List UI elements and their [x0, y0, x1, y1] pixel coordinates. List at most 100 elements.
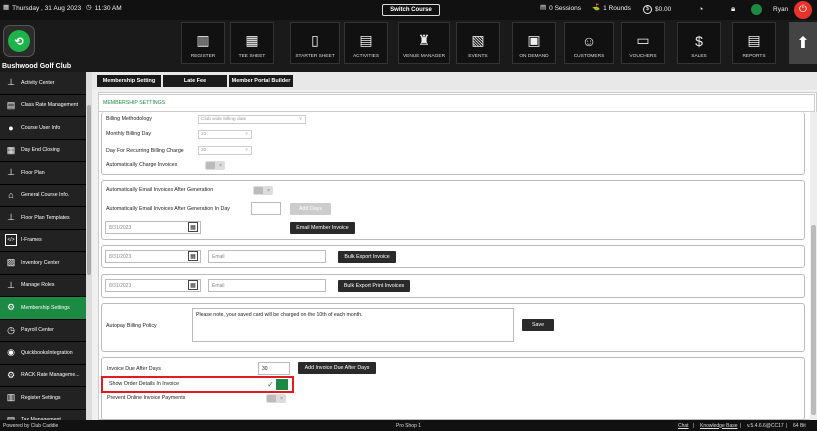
sidebar-item-floor-plan-templates[interactable]: ⊥ Floor Plan Templates [0, 207, 86, 230]
balance-indicator[interactable]: $ $0.00 [643, 5, 671, 14]
sidebar-item-membership-settings[interactable]: ⚙ Membership Settings [0, 297, 86, 320]
sidebar-item-inventory-center[interactable]: ▨ Inventory Center [0, 252, 86, 275]
tab-late-fee[interactable]: Late Fee [163, 75, 227, 87]
autopay-policy-textarea[interactable]: Please note, your saved card will be cha… [192, 308, 514, 342]
bulk-export-invoice-button[interactable]: Bulk Export Invoice [338, 251, 396, 263]
recurring-billing-label: Day For Recurring Billing Charge [106, 148, 184, 154]
invoice-due-input[interactable]: 30 [258, 362, 290, 375]
sidebar-item-i-frames[interactable]: </> I-Frames [0, 229, 86, 252]
recurring-billing-select[interactable]: 20 ˅ [198, 146, 252, 155]
sidebar-item-day-end-closing[interactable]: ▦ Day End Closing [0, 139, 86, 162]
nav-vouchers[interactable]: ▭ VOUCHERS [621, 22, 665, 64]
sidebar-item-label: QuickbooksIntegration [21, 349, 73, 356]
avatar[interactable] [751, 4, 762, 15]
nav-label: ON DEMAND [519, 54, 549, 59]
invoice-date-input-1[interactable]: 8/31/2023 [105, 221, 201, 234]
sidebar-item-label: Inventory Center [21, 259, 60, 266]
customers-icon: ☺ [581, 33, 597, 49]
nav-label: VOUCHERS [629, 54, 657, 59]
nav-starter-sheet[interactable]: ▯ STARTER SHEET [290, 22, 340, 64]
sidebar-item-class-rate-management[interactable]: ▤ Class Rate Management [0, 94, 86, 117]
time-display: ◷ 11:30 AM [86, 5, 122, 12]
content-scrollbar-thumb[interactable] [811, 225, 816, 415]
knowledge-base-link[interactable]: Knowledge Base [700, 423, 738, 429]
bulk-export-print-email-input[interactable]: Email [208, 279, 326, 292]
version-text: v.5.4.6.6@CC17 [747, 422, 784, 429]
date-display: ▦ Thursday , 31 Aug 2023 [3, 5, 81, 12]
venue-icon: ♜ [417, 32, 431, 48]
arrow-up-icon: ⬆ [796, 35, 810, 52]
nav-label: SALES [691, 54, 707, 59]
invoice-date-input-3[interactable]: 8/31/2023 [105, 279, 201, 292]
club-name: Bushwood Golf Club [2, 63, 72, 70]
billing-methodology-value: Club wide billing date [201, 117, 247, 122]
rounds-indicator[interactable]: ⛳ 1 Rounds [592, 5, 631, 12]
lock-icon[interactable]: 🔒︎ [731, 5, 735, 13]
nav-activities[interactable]: ▤ ACTIVITIES [344, 22, 388, 64]
balance-text: $0.00 [655, 6, 672, 13]
bits-text: 64 Bit [793, 422, 806, 429]
sidebar-item-rack-rate-manageme[interactable]: ⚙ RACK Rate Manageme... [0, 364, 86, 387]
calendar-icon[interactable]: ▦ [188, 280, 198, 290]
auto-email-day-input[interactable] [251, 202, 281, 215]
sidebar-item-payroll-center[interactable]: ◷ Payroll Center [0, 319, 86, 342]
sidebar-item-quickbooksintegration[interactable]: ◉ QuickbooksIntegration [0, 342, 86, 365]
calendar-icon[interactable]: ▦ [188, 251, 198, 261]
top-bar: ▦ Thursday , 31 Aug 2023 ◷ 11:30 AM Swit… [0, 0, 817, 20]
chevron-down-icon: ˅ [245, 148, 248, 153]
calendar-icon[interactable]: ▦ [188, 222, 198, 232]
bulk-export-email-input[interactable]: Email [208, 250, 326, 263]
sidebar-item-manage-roles[interactable]: ⊥ Manage Roles [0, 274, 86, 297]
save-button[interactable]: Save [522, 319, 554, 331]
home-icon: ⌂ [8, 190, 14, 201]
monthly-billing-day-select[interactable]: 21 ˅ [198, 130, 252, 139]
tablet-icon: ▯ [311, 32, 319, 48]
tab-member-portal-builder[interactable]: Member Portal Builder [229, 75, 293, 87]
rack-icon: ⚙ [6, 369, 16, 380]
highlight-box [101, 376, 294, 393]
timer-icon[interactable]: ◔ [698, 5, 703, 14]
billing-methodology-select[interactable]: Club wide billing date ˅ [198, 115, 306, 124]
prevent-online-toggle[interactable]: × [266, 394, 286, 403]
nav-label: EVENTS [468, 54, 488, 59]
switch-course-button[interactable]: Switch Course [382, 4, 440, 16]
sidebar-scrollbar-thumb[interactable] [87, 105, 91, 275]
sessions-indicator[interactable]: ▤ 0 Sessions [540, 5, 581, 12]
auto-email-toggle[interactable]: × [253, 186, 273, 195]
add-days-button[interactable]: Add Days [290, 203, 331, 215]
sidebar-item-tax-management[interactable]: ▤Tax Management [0, 409, 86, 420]
sidebar-item-label: Day End Closing [21, 147, 60, 154]
add-invoice-due-button[interactable]: Add Invoice Due After Days [298, 362, 376, 374]
auto-charge-toggle[interactable]: × [205, 161, 225, 170]
email-member-invoice-button[interactable]: Email Member Invoice [290, 222, 355, 234]
sales-icon: $ [695, 33, 703, 49]
power-icon[interactable]: ⏻ [794, 1, 812, 19]
sidebar-item-register-settings[interactable]: ▥ Register Settings [0, 387, 86, 410]
billing-methodology-label: Billing Methodology [106, 116, 152, 122]
nav-register[interactable]: ▥ REGISTER [181, 22, 225, 64]
calendar-icon: ▦ [3, 4, 10, 12]
invoice-date-input-2[interactable]: 8/31/2023 [105, 250, 201, 263]
sidebar-item-floor-plan[interactable]: ⊥ Floor Plan [0, 162, 86, 185]
org-chart-icon: ⊥ [7, 279, 15, 290]
nav-events[interactable]: ▧ EVENTS [456, 22, 500, 64]
sidebar-item-general-course-info[interactable]: ⌂ General Course Info. [0, 184, 86, 207]
nav-customers[interactable]: ☺ CUSTOMERS [564, 22, 614, 64]
bulk-export-print-button[interactable]: Bulk Export Print Invoices [338, 280, 410, 292]
tab-membership-setting[interactable]: Membership Setting [97, 75, 161, 87]
auto-charge-label: Automatically Charge Invoices [106, 162, 178, 168]
sidebar-item-activity-center[interactable]: ⊥ Activity Center [0, 72, 86, 95]
sidebar-item-label: Floor Plan Templates [21, 214, 70, 221]
chat-link[interactable]: Chat [678, 423, 689, 429]
nav-on-demand[interactable]: ▣ ON DEMAND [512, 22, 556, 64]
sidebar-item-course-user-info[interactable]: ● Course User Info [0, 117, 86, 140]
nav-reports[interactable]: ▤ REPORTS [732, 22, 776, 64]
user-name[interactable]: Ryan [773, 6, 788, 13]
nav-tee-sheet[interactable]: ▦ TEE SHEET [230, 22, 274, 64]
logo-mark-icon: ⟲ [8, 30, 30, 52]
nav-venue-manager[interactable]: ♜ VENUE MANAGER [398, 22, 450, 64]
register-icon: ▥ [196, 32, 210, 48]
nav-sales[interactable]: $ SALES [677, 22, 721, 64]
scroll-up-button[interactable]: ⬆ [789, 22, 817, 64]
club-caddie-logo[interactable]: ⟲ [3, 25, 35, 57]
